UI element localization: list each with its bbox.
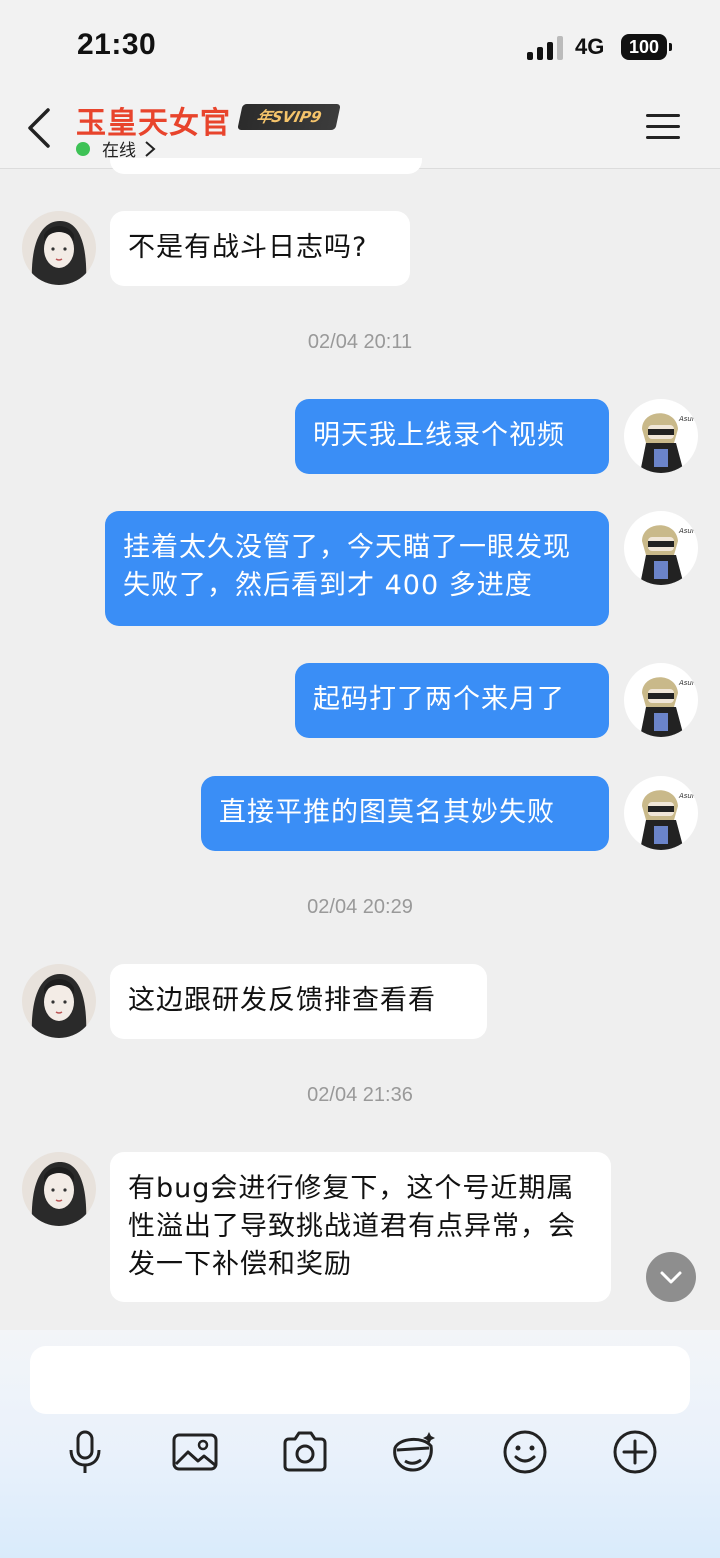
svg-text:Asuna: Asuna xyxy=(678,679,698,687)
message-bubble-outgoing[interactable]: 明天我上线录个视频 xyxy=(295,399,609,474)
status-bar: 21:30 4G 100 xyxy=(0,0,720,92)
sticker-icon[interactable] xyxy=(389,1428,437,1476)
message-timestamp: 02/04 20:29 xyxy=(307,896,413,918)
message-bubble-incoming[interactable]: 这边跟研发反馈排查看看 xyxy=(110,964,487,1039)
message-input[interactable] xyxy=(30,1346,690,1414)
message-bubble-outgoing[interactable]: 挂着太久没管了，今天瞄了一眼发现失败了，然后看到才 400 多进度 xyxy=(105,511,609,626)
svg-text:Asuna: Asuna xyxy=(678,415,698,423)
svip-badge: 年SVIP9 xyxy=(237,104,341,130)
message-bubble-incoming[interactable]: 有bug会进行修复下，这个号近期属性溢出了导致挑战道君有点异常，会发一下补偿和奖… xyxy=(110,1152,611,1302)
back-button[interactable] xyxy=(24,106,60,150)
signal-icon xyxy=(527,36,563,60)
emoji-icon[interactable] xyxy=(501,1428,549,1476)
chevron-down-icon xyxy=(660,1271,682,1284)
scroll-to-bottom-button[interactable] xyxy=(646,1252,696,1302)
message-bubble-outgoing[interactable]: 起码打了两个来月了 xyxy=(295,663,609,738)
message-bubble-incoming[interactable]: 不是有战斗日志吗? xyxy=(110,211,410,286)
camera-icon[interactable] xyxy=(281,1428,329,1476)
image-icon[interactable] xyxy=(171,1428,219,1476)
contact-avatar[interactable] xyxy=(22,964,96,1038)
my-avatar[interactable]: Asuna xyxy=(624,511,698,585)
menu-button[interactable] xyxy=(646,112,680,142)
message-timestamp: 02/04 20:11 xyxy=(307,331,413,353)
svg-text:Asuna: Asuna xyxy=(678,527,698,535)
status-time: 21:30 xyxy=(77,28,157,61)
battery-icon: 100 xyxy=(621,34,672,60)
my-avatar[interactable]: Asuna xyxy=(624,776,698,850)
network-type: 4G xyxy=(575,34,605,59)
chevron-right-icon xyxy=(145,140,156,157)
svg-text:Asuna: Asuna xyxy=(678,792,698,800)
my-avatar[interactable]: Asuna xyxy=(624,399,698,473)
input-area xyxy=(0,1330,720,1558)
message-bubble-partial xyxy=(110,158,422,174)
plus-icon[interactable] xyxy=(611,1428,659,1476)
my-avatar[interactable]: Asuna xyxy=(624,663,698,737)
contact-avatar[interactable] xyxy=(22,1152,96,1226)
contact-avatar[interactable] xyxy=(22,211,96,285)
message-bubble-outgoing[interactable]: 直接平推的图莫名其妙失败 xyxy=(201,776,609,851)
online-dot-icon xyxy=(76,141,90,156)
microphone-icon[interactable] xyxy=(61,1428,109,1476)
message-timestamp: 02/04 21:36 xyxy=(307,1084,413,1106)
